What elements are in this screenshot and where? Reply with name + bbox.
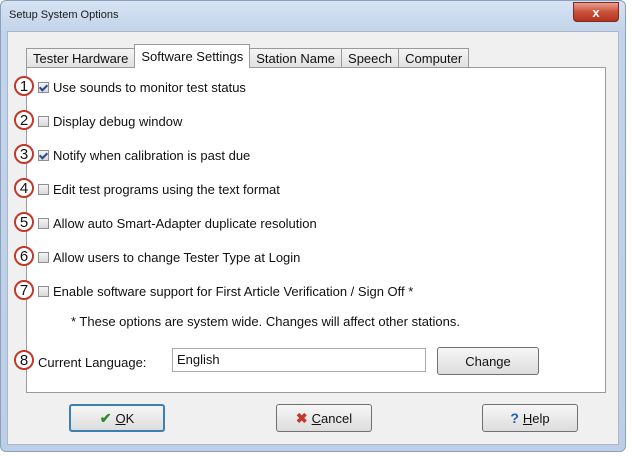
first-article-checkbox[interactable]	[38, 286, 49, 297]
ok-mnemonic: O	[115, 410, 126, 426]
tab-software-settings[interactable]: Software Settings	[134, 44, 251, 68]
callout-badge-5: 5	[14, 212, 34, 232]
current-language-field[interactable]: English	[172, 348, 426, 372]
cancel-button[interactable]: ✖ Cancel	[276, 404, 372, 432]
system-wide-note: * These options are system wide. Changes…	[71, 314, 460, 329]
callout-badge-3: 3	[14, 144, 34, 164]
debug-window-label[interactable]: Display debug window	[53, 114, 182, 129]
title-bar[interactable]: Setup System Options x	[1, 1, 625, 31]
window-title: Setup System Options	[9, 9, 119, 21]
help-label-rest: elp	[532, 410, 550, 426]
cancel-mnemonic: C	[311, 410, 322, 426]
close-button[interactable]: x	[573, 2, 619, 22]
cancel-x-icon: ✖	[295, 409, 308, 426]
callout-badge-8: 8	[14, 350, 34, 370]
tab-tester-hardware[interactable]: Tester Hardware	[26, 48, 136, 68]
change-language-button[interactable]: Change	[437, 347, 539, 375]
smart-adapter-label[interactable]: Allow auto Smart-Adapter duplicate resol…	[53, 216, 317, 231]
tab-strip: Tester Hardware Software Settings Statio…	[26, 44, 470, 68]
close-icon: x	[592, 4, 600, 20]
smart-adapter-checkbox[interactable]	[38, 218, 49, 229]
callout-badge-6: 6	[14, 246, 34, 266]
calibration-label[interactable]: Notify when calibration is past due	[53, 148, 250, 163]
first-article-label[interactable]: Enable software support for First Articl…	[53, 284, 413, 299]
cancel-label-rest: ancel	[321, 410, 353, 426]
callout-badge-4: 4	[14, 178, 34, 198]
ok-button[interactable]: ✔ OK	[69, 404, 165, 432]
dialog-window: Setup System Options x Tester Hardware S…	[0, 0, 626, 452]
sounds-label[interactable]: Use sounds to monitor test status	[53, 80, 246, 95]
software-settings-panel: 1 Use sounds to monitor test status 2 Di…	[14, 67, 606, 393]
tester-type-checkbox[interactable]	[38, 252, 49, 263]
help-question-icon: ?	[510, 410, 519, 426]
ok-label-rest: K	[125, 410, 135, 426]
checkmark-icon: ✔	[99, 409, 112, 426]
help-mnemonic: H	[522, 410, 533, 426]
text-format-label[interactable]: Edit test programs using the text format	[53, 182, 280, 197]
tab-speech[interactable]: Speech	[341, 48, 400, 68]
dialog-client-area: Tester Hardware Software Settings Statio…	[7, 31, 619, 445]
callout-badge-2: 2	[14, 110, 34, 130]
sounds-checkbox[interactable]	[38, 82, 49, 93]
text-format-checkbox[interactable]	[38, 184, 49, 195]
tab-station-name[interactable]: Station Name	[249, 48, 343, 68]
current-language-label: Current Language:	[38, 355, 147, 370]
debug-window-checkbox[interactable]	[38, 116, 49, 127]
callout-badge-1: 1	[14, 76, 34, 96]
tester-type-label[interactable]: Allow users to change Tester Type at Log…	[53, 250, 300, 265]
tab-computer[interactable]: Computer	[398, 48, 470, 68]
help-button[interactable]: ? Help	[482, 404, 578, 432]
callout-badge-7: 7	[14, 280, 34, 300]
calibration-checkbox[interactable]	[38, 150, 49, 161]
